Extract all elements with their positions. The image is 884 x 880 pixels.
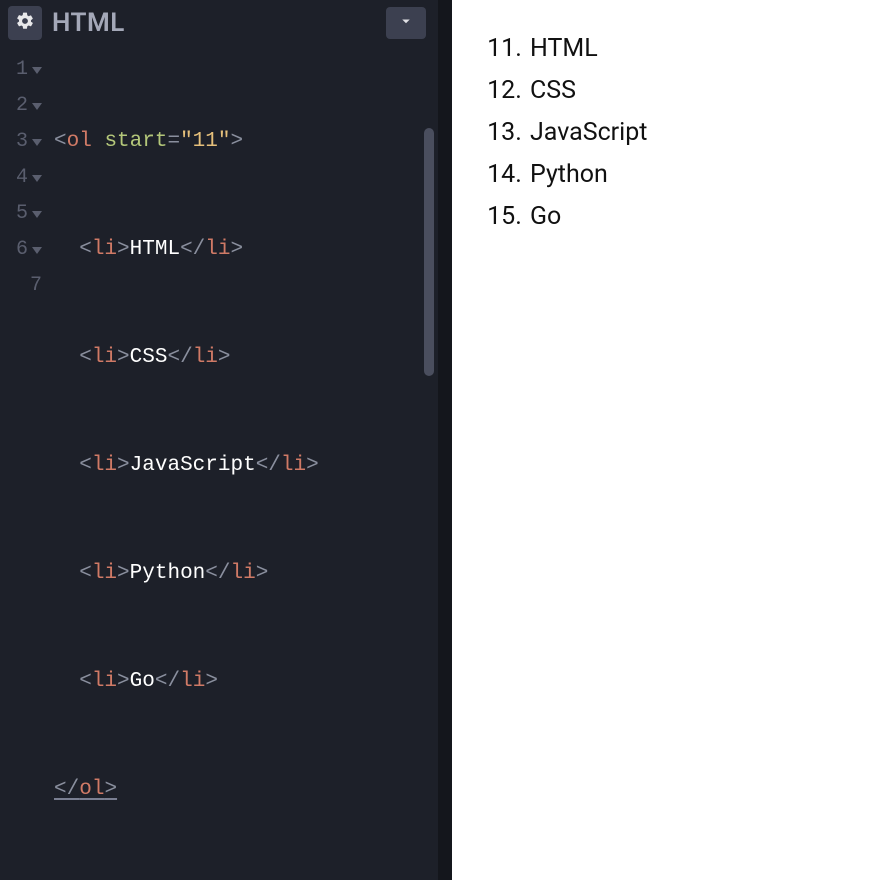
code-text: Python: [130, 562, 206, 585]
preview-panel: HTML CSS JavaScript Python Go: [452, 0, 884, 880]
gutter-line: 7: [0, 268, 42, 304]
editor-panel: HTML 1 2 3 4 5 6 7 <ol start="11"> <li>H…: [0, 0, 438, 880]
code-line: <li>Python</li>: [54, 556, 438, 592]
gutter-line: 3: [0, 124, 42, 160]
gutter-line: 1: [0, 52, 42, 88]
fold-caret-icon[interactable]: [32, 211, 42, 218]
gear-icon: [15, 11, 35, 35]
line-number: 3: [16, 124, 28, 160]
code-line: <li>Go</li>: [54, 664, 438, 700]
list-item: JavaScript: [528, 112, 856, 154]
editor-title: HTML: [52, 8, 125, 38]
line-number: 5: [16, 196, 28, 232]
line-number: 7: [30, 268, 42, 304]
scrollbar-thumb[interactable]: [424, 128, 434, 376]
code-line: <li>JavaScript</li>: [54, 448, 438, 484]
preview-list: HTML CSS JavaScript Python Go: [480, 28, 856, 238]
code-line: </ol>: [54, 772, 438, 808]
code-line: <li>CSS</li>: [54, 340, 438, 376]
list-item: Go: [528, 196, 856, 238]
code-text: JavaScript: [130, 454, 256, 477]
code-text: HTML: [130, 238, 180, 261]
fold-caret-icon[interactable]: [32, 139, 42, 146]
code-text: Go: [130, 670, 155, 693]
attr-value: 11: [193, 130, 218, 153]
list-item: HTML: [528, 28, 856, 70]
list-item: Python: [528, 154, 856, 196]
line-gutter: 1 2 3 4 5 6 7: [0, 52, 46, 880]
gutter-line: 5: [0, 196, 42, 232]
line-number: 6: [16, 232, 28, 268]
code-content[interactable]: <ol start="11"> <li>HTML</li> <li>CSS</l…: [46, 52, 438, 880]
fold-caret-icon[interactable]: [32, 67, 42, 74]
fold-caret-icon[interactable]: [32, 175, 42, 182]
line-number: 2: [16, 88, 28, 124]
code-line: <ol start="11">: [54, 124, 438, 160]
editor-header-left: HTML: [8, 6, 125, 40]
code-editor[interactable]: 1 2 3 4 5 6 7 <ol start="11"> <li>HTML</…: [0, 48, 438, 880]
code-text: CSS: [130, 346, 168, 369]
gutter-line: 6: [0, 232, 42, 268]
editor-header: HTML: [0, 0, 438, 48]
list-item: CSS: [528, 70, 856, 112]
main-area: HTML 1 2 3 4 5 6 7 <ol start="11"> <li>H…: [0, 0, 884, 880]
chevron-down-icon: [397, 12, 415, 34]
collapse-button[interactable]: [386, 7, 426, 39]
gutter-line: 4: [0, 160, 42, 196]
fold-caret-icon[interactable]: [32, 103, 42, 110]
line-number: 4: [16, 160, 28, 196]
code-line: <li>HTML</li>: [54, 232, 438, 268]
fold-caret-icon[interactable]: [32, 247, 42, 254]
gutter-line: 2: [0, 88, 42, 124]
panel-divider[interactable]: [438, 0, 452, 880]
settings-button[interactable]: [8, 6, 42, 40]
line-number: 1: [16, 52, 28, 88]
